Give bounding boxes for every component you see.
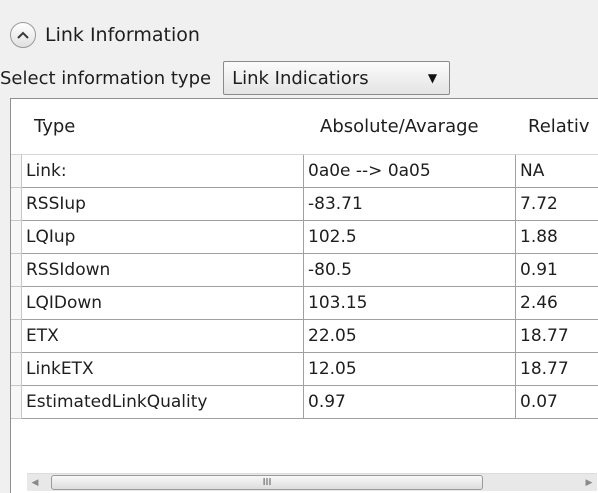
cell-type[interactable]: RSSIdown (22, 254, 304, 287)
cell-relative[interactable]: 1.88 (516, 221, 598, 254)
cell-absolute[interactable]: 103.15 (304, 287, 516, 320)
cell-type[interactable]: LinkETX (22, 353, 304, 386)
cell-absolute[interactable]: 0.97 (304, 386, 516, 419)
table-row[interactable]: ETX 22.05 18.77 (11, 320, 598, 353)
selector-label: Select information type (0, 67, 212, 89)
panel-header: Link Information (10, 20, 200, 50)
cell-absolute[interactable]: 22.05 (304, 320, 516, 353)
table-row[interactable]: RSSIup -83.71 7.72 (11, 188, 598, 221)
cell-relative[interactable]: 7.72 (516, 188, 598, 221)
dropdown-arrow-icon: ▼ (427, 71, 438, 85)
row-header[interactable] (11, 386, 22, 419)
row-header[interactable] (11, 221, 22, 254)
table-row[interactable]: EstimatedLinkQuality 0.97 0.07 (11, 386, 598, 419)
cell-relative[interactable]: 0.91 (516, 254, 598, 287)
horizontal-scrollbar[interactable]: ◀ III ▶ (27, 473, 597, 491)
cell-relative[interactable]: 2.46 (516, 287, 598, 320)
table-row[interactable]: LQIup 102.5 1.88 (11, 221, 598, 254)
cell-type[interactable]: LQIup (22, 221, 304, 254)
cell-absolute[interactable]: 12.05 (304, 353, 516, 386)
table-header-row: Type Absolute/Avarage Relativ (11, 99, 598, 155)
cell-type[interactable]: RSSIup (22, 188, 304, 221)
table-row[interactable]: LinkETX 12.05 18.77 (11, 353, 598, 386)
cell-relative[interactable]: 18.77 (516, 353, 598, 386)
row-header[interactable] (11, 287, 22, 320)
table-row[interactable]: Link: 0a0e --> 0a05 NA (11, 155, 598, 188)
row-header[interactable] (11, 320, 22, 353)
scrollbar-thumb[interactable]: III (51, 475, 483, 490)
link-info-table: Type Absolute/Avarage Relativ Link: 0a0e … (10, 98, 598, 493)
cell-type[interactable]: EstimatedLinkQuality (22, 386, 304, 419)
cell-type[interactable]: ETX (22, 320, 304, 353)
row-header[interactable] (11, 188, 22, 221)
cell-type[interactable]: Link: (22, 155, 304, 188)
column-header-type[interactable]: Type (22, 113, 304, 141)
row-header[interactable] (11, 353, 22, 386)
table-row[interactable]: LQIDown 103.15 2.46 (11, 287, 598, 320)
cell-absolute[interactable]: 0a0e --> 0a05 (304, 155, 516, 188)
info-type-dropdown[interactable]: Link Indicatiors ▼ (223, 61, 451, 95)
cell-absolute[interactable]: 102.5 (304, 221, 516, 254)
cell-type[interactable]: LQIDown (22, 287, 304, 320)
scroll-left-icon[interactable]: ◀ (27, 474, 43, 491)
dropdown-value: Link Indicatiors (232, 67, 369, 89)
column-header-absolute[interactable]: Absolute/Avarage (304, 113, 516, 141)
cell-absolute[interactable]: -83.71 (304, 188, 516, 221)
cell-relative[interactable]: 0.07 (516, 386, 598, 419)
scrollbar-grip: III (262, 477, 272, 488)
chevron-up-icon[interactable] (10, 22, 36, 48)
panel-title: Link Information (45, 24, 200, 46)
cell-absolute[interactable]: -80.5 (304, 254, 516, 287)
column-header-relative[interactable]: Relativ (516, 113, 598, 141)
cell-relative[interactable]: 18.77 (516, 320, 598, 353)
info-type-selector-row: Select information type Link Indicatiors… (0, 58, 451, 98)
cell-relative[interactable]: NA (516, 155, 598, 188)
table-row[interactable]: RSSIdown -80.5 0.91 (11, 254, 598, 287)
scroll-right-icon[interactable]: ▶ (581, 474, 597, 491)
row-header[interactable] (11, 155, 22, 188)
row-header[interactable] (11, 254, 22, 287)
